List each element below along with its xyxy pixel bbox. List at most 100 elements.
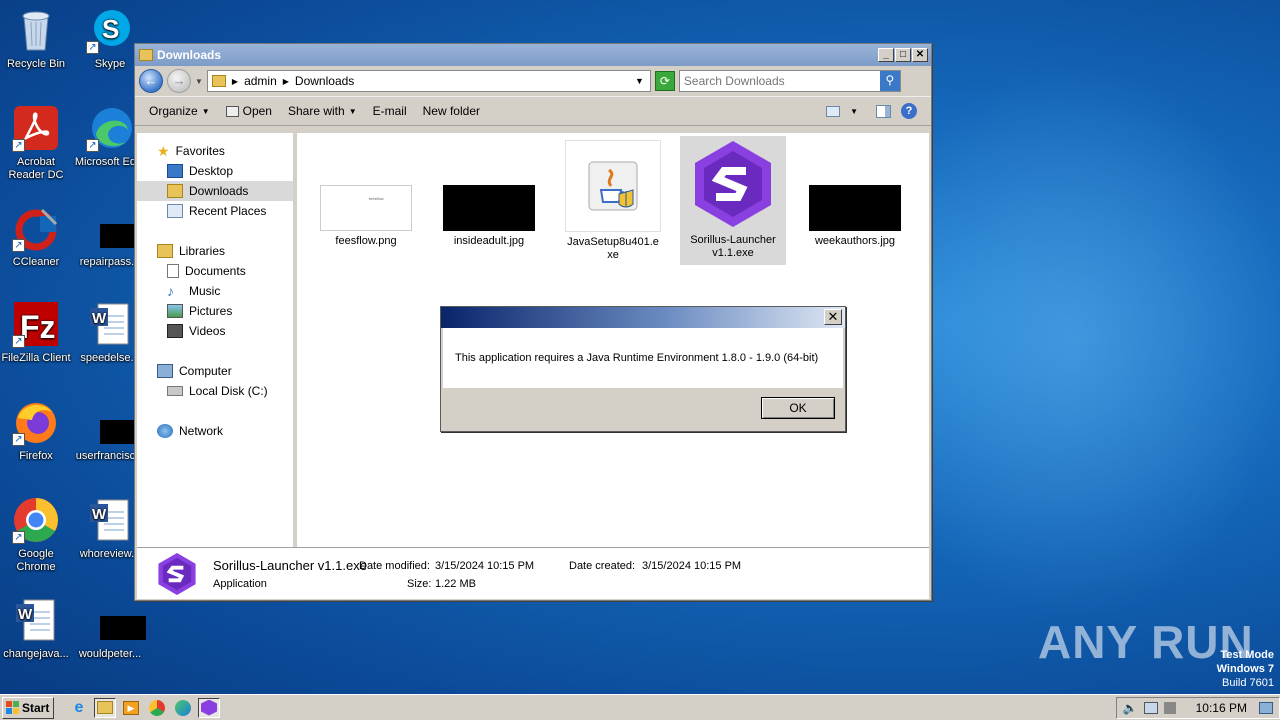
- filezilla-icon: Fz ↗: [12, 300, 60, 348]
- nav-documents[interactable]: Documents: [137, 261, 293, 281]
- window-titlebar[interactable]: Downloads _ □ ✕: [135, 44, 931, 66]
- volume-icon[interactable]: 🔈: [1123, 701, 1138, 715]
- nav-videos[interactable]: Videos: [137, 321, 293, 341]
- nav-desktop[interactable]: Desktop: [137, 161, 293, 181]
- skype-icon: S ↗: [86, 6, 134, 54]
- desktop-icon-acrobat[interactable]: ↗ Acrobat Reader DC: [0, 104, 72, 182]
- file-name: feesflow.png: [335, 235, 397, 247]
- file-item[interactable]: weekauthors.jpg: [802, 185, 908, 248]
- nav-label: Music: [189, 284, 221, 298]
- start-label: Start: [22, 700, 50, 715]
- show-desktop-icon[interactable]: [1259, 701, 1273, 714]
- star-icon: ★: [157, 142, 170, 159]
- nav-label: Local Disk (C:): [189, 384, 268, 398]
- desktop-icon-chrome[interactable]: ↗ Google Chrome: [0, 496, 72, 574]
- minimize-button[interactable]: _: [878, 48, 894, 62]
- nav-favorites[interactable]: ★ Favorites: [137, 141, 293, 161]
- nav-libraries[interactable]: Libraries: [137, 241, 293, 261]
- file-explorer-icon[interactable]: [94, 697, 116, 718]
- dialog-body: This application requires a Java Runtime…: [443, 328, 843, 388]
- java-installer-icon: [565, 140, 661, 232]
- dialog-close-button[interactable]: ✕: [824, 309, 842, 325]
- file-item[interactable]: insideadult.jpg: [436, 185, 542, 248]
- desktop-icon-filezilla[interactable]: Fz ↗ FileZilla Client: [0, 300, 72, 365]
- file-name: Sorillus-Launcher v1.1.exe: [690, 234, 776, 259]
- sorillus-launcher-icon: [155, 552, 199, 596]
- nav-label: Videos: [189, 324, 226, 338]
- back-button[interactable]: ←: [139, 69, 163, 93]
- maximize-button[interactable]: □: [895, 48, 911, 62]
- breadcrumb-separator-icon[interactable]: ▶: [232, 77, 238, 86]
- ccleaner-icon: ↗: [12, 204, 60, 252]
- refresh-button[interactable]: ⟳: [654, 71, 675, 91]
- wallpaper-glow: [930, 60, 1280, 620]
- svg-text:S: S: [102, 14, 119, 44]
- address-dropdown-icon[interactable]: ▼: [635, 76, 644, 86]
- breadcrumb-separator-icon[interactable]: ▶: [283, 77, 289, 86]
- taskbar: Start e ▶ 🔈 10:16 PM: [0, 694, 1280, 720]
- open-button[interactable]: Open: [218, 101, 280, 121]
- nav-network[interactable]: Network: [137, 421, 293, 441]
- search-input[interactable]: [679, 72, 880, 90]
- new-folder-button[interactable]: New folder: [415, 101, 488, 121]
- internet-explorer-icon[interactable]: e: [68, 698, 90, 718]
- java-error-dialog[interactable]: ✕ This application requires a Java Runti…: [440, 306, 846, 432]
- folder-icon: [211, 75, 226, 87]
- share-with-button[interactable]: Share with ▼: [280, 101, 365, 121]
- desktop-icon-firefox[interactable]: ↗ Firefox: [0, 398, 72, 463]
- nav-music[interactable]: ♪ Music: [137, 281, 293, 301]
- nav-label: Recent Places: [189, 204, 267, 218]
- view-options-icon[interactable]: [826, 105, 841, 117]
- search-icon[interactable]: ⚲: [879, 71, 900, 91]
- ok-button[interactable]: OK: [761, 397, 835, 419]
- network-tray-icon[interactable]: [1143, 701, 1158, 714]
- start-button[interactable]: Start: [2, 696, 54, 719]
- date-modified-value: 3/15/2024 10:15 PM: [435, 560, 535, 572]
- close-button[interactable]: ✕: [912, 48, 928, 62]
- file-item-selected[interactable]: Sorillus-Launcher v1.1.exe: [680, 136, 786, 265]
- chevron-down-icon: ▼: [201, 106, 210, 116]
- edge-taskbar-icon[interactable]: [172, 698, 194, 718]
- dialog-message: This application requires a Java Runtime…: [455, 352, 819, 364]
- view-dropdown-icon[interactable]: ▼: [850, 107, 858, 116]
- help-icon[interactable]: ?: [901, 103, 917, 119]
- redacted-thumbnail: [86, 596, 146, 644]
- share-with-label: Share with: [287, 104, 345, 118]
- chrome-taskbar-icon[interactable]: [146, 698, 168, 718]
- desktop-icon-recycle-bin[interactable]: Recycle Bin: [0, 6, 72, 71]
- nav-computer[interactable]: Computer: [137, 361, 293, 381]
- forward-button[interactable]: →: [167, 69, 191, 93]
- thumbnail-text: feesflow: [369, 196, 384, 201]
- desktop-icon-changejava[interactable]: W changejava...: [0, 596, 72, 661]
- desktop-icon-ccleaner[interactable]: ↗ CCleaner: [0, 204, 72, 269]
- organize-button[interactable]: Organize ▼: [141, 101, 218, 121]
- sorillus-taskbar-icon[interactable]: [198, 697, 220, 718]
- file-item[interactable]: JavaSetup8u401.exe: [560, 140, 666, 262]
- clock[interactable]: 10:16 PM: [1196, 701, 1247, 715]
- search-box[interactable]: ⚲: [678, 70, 901, 92]
- image-thumbnail: feesflow: [320, 185, 412, 231]
- nav-label: Network: [179, 424, 224, 438]
- address-bar[interactable]: ▶ admin ▶ Downloads ▼: [206, 70, 651, 92]
- nav-pictures[interactable]: Pictures: [137, 301, 293, 321]
- email-button[interactable]: E-mail: [365, 101, 415, 121]
- desktop-icon: [167, 164, 183, 178]
- preview-pane-icon[interactable]: [876, 104, 891, 118]
- breadcrumb-admin[interactable]: admin: [244, 74, 277, 88]
- file-item[interactable]: feesflow feesflow.png: [313, 185, 419, 248]
- dialog-titlebar[interactable]: ✕: [441, 307, 845, 328]
- history-dropdown-icon[interactable]: ▼: [195, 77, 203, 86]
- nav-downloads[interactable]: Downloads: [137, 181, 293, 201]
- media-player-icon[interactable]: ▶: [120, 698, 142, 718]
- image-thumbnail: [809, 185, 901, 231]
- desktop-icon-label: Acrobat Reader DC: [8, 156, 64, 181]
- details-pane: Sorillus-Launcher v1.1.exe Application D…: [137, 547, 929, 599]
- nav-recent-places[interactable]: Recent Places: [137, 201, 293, 221]
- nav-local-disk[interactable]: Local Disk (C:): [137, 381, 293, 401]
- desktop-icon-wouldpeter[interactable]: wouldpeter...: [74, 596, 146, 661]
- action-center-icon[interactable]: [1163, 701, 1176, 714]
- desktop-icon-label: changejava...: [3, 648, 69, 660]
- navigation-pane: ★ Favorites Desktop Downloads Recent Pla…: [137, 133, 295, 547]
- desktop-icon-label: Google Chrome: [16, 548, 56, 573]
- breadcrumb-downloads[interactable]: Downloads: [295, 74, 354, 88]
